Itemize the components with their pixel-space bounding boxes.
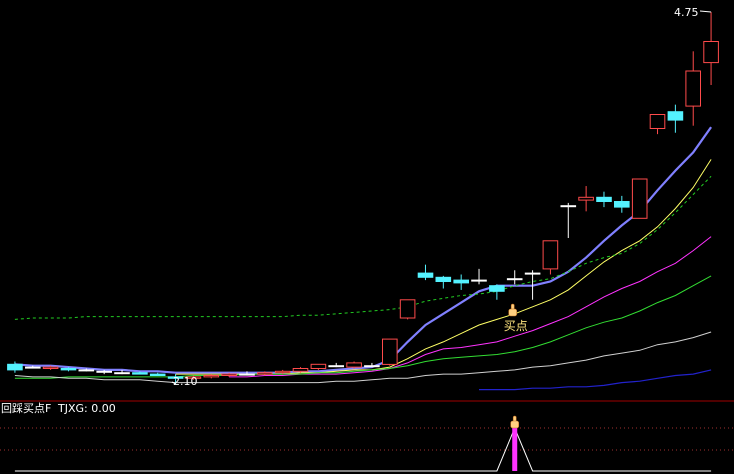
candle-body (506, 278, 523, 281)
indicator-line (14, 426, 712, 472)
candle (703, 12, 719, 86)
candle (685, 51, 702, 126)
candle-body (239, 373, 255, 376)
candle-body (364, 365, 380, 368)
pointing-hand-icon (510, 415, 520, 429)
candle (506, 270, 523, 285)
high-arrow (699, 10, 712, 13)
candle-body (221, 373, 237, 377)
candle-body (60, 368, 77, 371)
indicator-value: TJXG: 0.00 (57, 402, 116, 415)
low-value-label: 2.10 (173, 375, 198, 388)
candle-body (649, 114, 666, 129)
candle (310, 363, 327, 370)
candle-body (257, 372, 273, 375)
ma-line-magenta (229, 236, 712, 378)
candle-body (614, 201, 630, 208)
candle-body (417, 272, 434, 278)
candle (542, 240, 559, 275)
candle (489, 284, 505, 300)
candle-body (631, 178, 648, 219)
candle-body (7, 363, 23, 371)
candle (382, 338, 398, 366)
candle-body (560, 205, 577, 208)
candle (471, 268, 487, 285)
candle (7, 361, 23, 373)
candle-body (542, 240, 559, 270)
candle-body (132, 372, 148, 375)
candle (631, 178, 648, 219)
ma-line-white (14, 331, 712, 384)
candlesticks (7, 12, 719, 384)
indicator-series (14, 415, 712, 472)
candle (667, 104, 684, 133)
indicator-name: 回踩买点F (1, 402, 51, 415)
candle (649, 114, 666, 135)
candle (149, 372, 166, 377)
buy-point-marker: 买点 (504, 303, 528, 333)
candle (346, 361, 362, 369)
candle-body (274, 370, 291, 374)
candle-body (382, 338, 398, 365)
candle-body (310, 363, 327, 369)
hand-palm (508, 308, 518, 317)
candle-body (399, 299, 416, 319)
indicator-signal-bar (512, 428, 518, 471)
moving-average-lines (14, 126, 712, 391)
candle-body (292, 368, 309, 372)
candle-body (703, 41, 719, 64)
candle (578, 186, 594, 212)
candle (614, 195, 630, 213)
candle (560, 202, 577, 238)
ma-line-thick (14, 126, 712, 374)
high-annotation: 4.75 (674, 6, 712, 19)
candle (203, 374, 220, 379)
candle-body (203, 375, 220, 378)
candle (453, 274, 469, 290)
candle-body (114, 372, 130, 375)
candle (417, 264, 434, 281)
candle-body (489, 285, 505, 292)
candle-body (435, 276, 452, 282)
candle (399, 299, 416, 320)
candle-body (453, 279, 469, 284)
candle-body (471, 279, 487, 282)
low-annotation: 2.10 (171, 375, 198, 388)
candle-body (25, 366, 41, 369)
ma-line-blue (479, 369, 712, 391)
candle-body (149, 373, 166, 377)
candle-body (524, 272, 541, 275)
candle-body (596, 196, 612, 203)
candle-body (578, 196, 594, 201)
pointing-hand-icon (508, 303, 518, 317)
candle-body (667, 111, 684, 121)
candle (328, 362, 344, 368)
ma-line-yellow (175, 159, 712, 375)
candle (435, 275, 452, 289)
ma-line-green (14, 275, 712, 379)
high-value-label: 4.75 (674, 6, 699, 19)
buy-point-label: 买点 (504, 319, 528, 333)
hand-palm (510, 420, 520, 429)
candle-body (96, 370, 113, 373)
indicator-panel: 回踩买点F TJXG: 0.00 (0, 402, 734, 472)
candle (596, 191, 612, 208)
candle-body (328, 365, 344, 368)
candle-body (78, 369, 95, 372)
stock-chart: 4.75 2.10 买点 回踩买点F TJXG: 0.00 (0, 6, 734, 472)
candle-body (346, 362, 362, 368)
candle-body (685, 70, 702, 107)
candle-body (42, 366, 59, 370)
